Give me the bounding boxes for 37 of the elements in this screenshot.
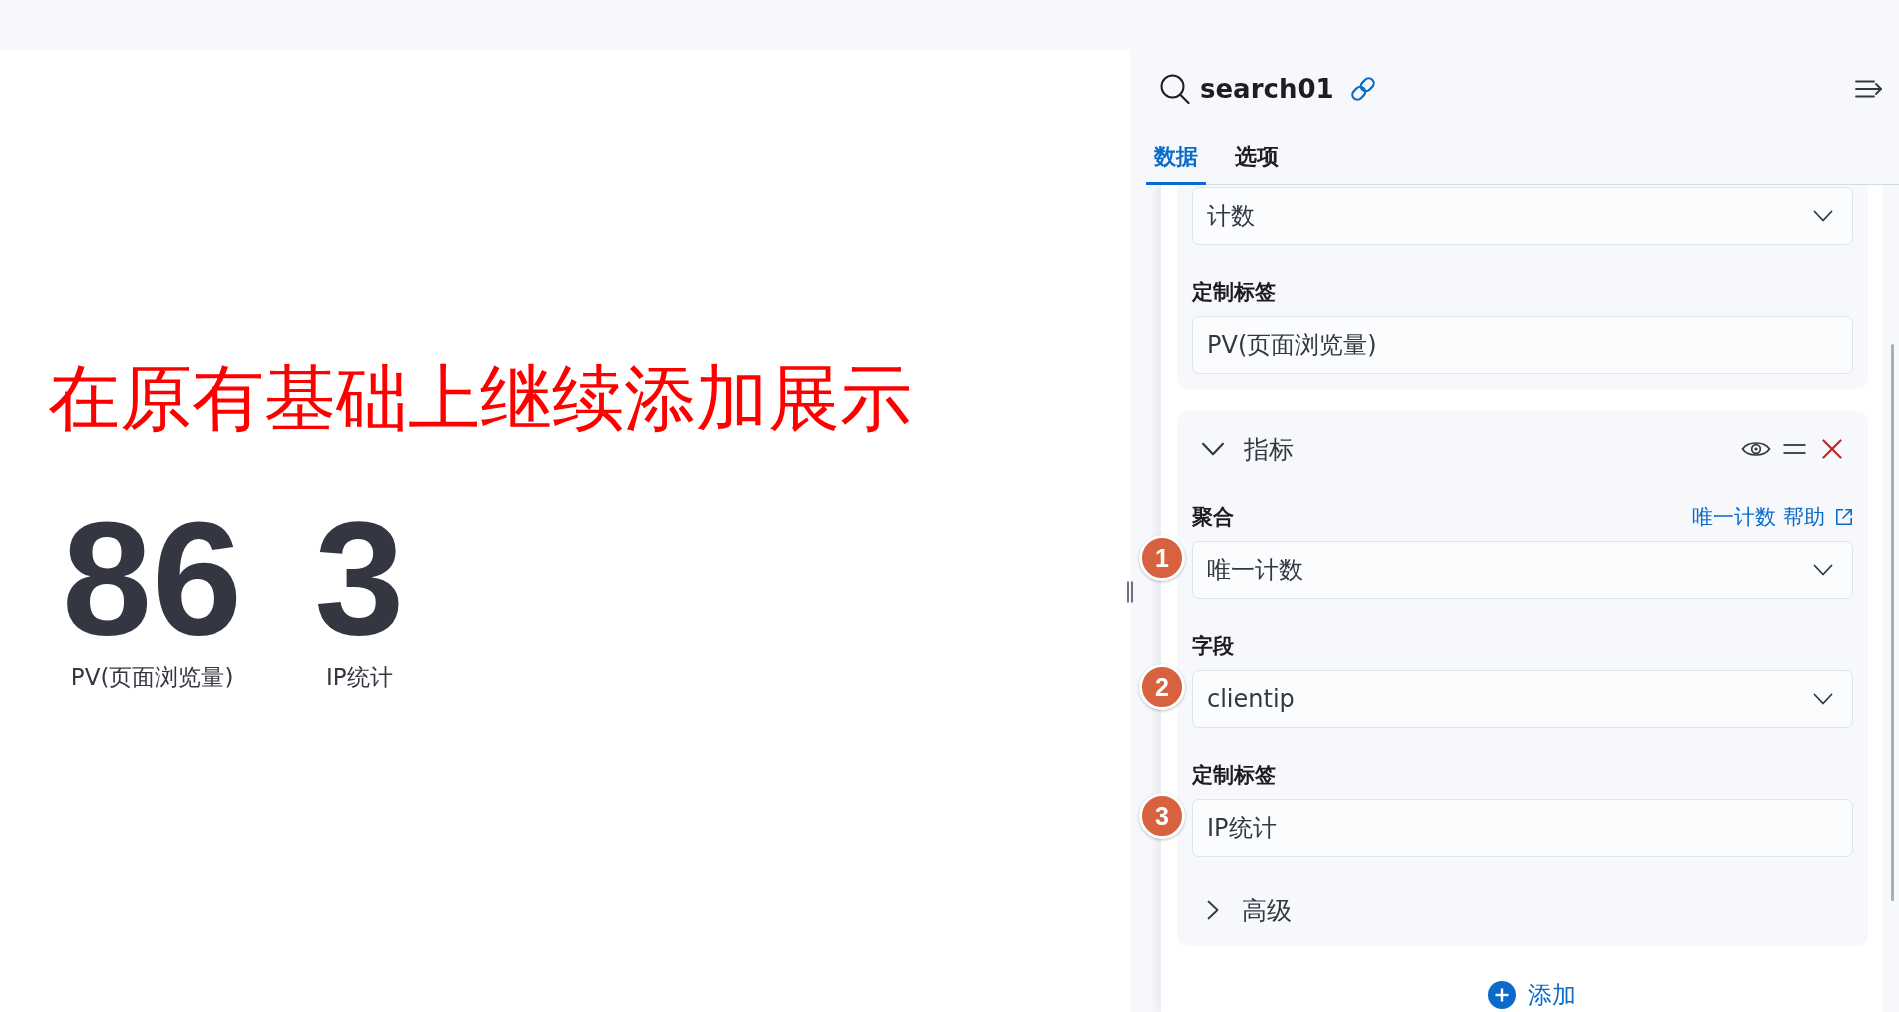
metric-value: 3 <box>314 497 405 659</box>
number-badge: 3 <box>1139 793 1185 839</box>
search-icon <box>1160 74 1190 104</box>
scrollbar-thumb[interactable] <box>1891 344 1894 901</box>
resize-handle-icon[interactable] <box>1127 581 1133 603</box>
number-badge: 2 <box>1139 664 1185 710</box>
select-field[interactable]: clientip <box>1192 670 1853 728</box>
metric-label: IP统计 <box>325 663 393 691</box>
advanced-toggle[interactable]: 高级 <box>1242 893 1292 927</box>
field-label: 定制标签 <box>1192 279 1276 306</box>
chevron-right-icon[interactable] <box>1207 900 1219 920</box>
chevron-down-icon[interactable] <box>1201 442 1225 456</box>
number-badge: 1 <box>1139 535 1185 581</box>
external-link-icon <box>1835 508 1853 526</box>
metric-label: PV(页面浏览量) <box>70 663 234 691</box>
panel-title: search01 <box>1200 74 1334 104</box>
text-field[interactable]: PV(页面浏览量) <box>1192 316 1853 374</box>
add-button[interactable]: 添加 <box>1487 981 1576 1009</box>
chevron-down-icon <box>1813 210 1833 222</box>
field-label: 字段 <box>1192 633 1234 660</box>
close-icon[interactable] <box>1822 439 1842 459</box>
metric-value: 86 <box>62 497 243 659</box>
annotation-text: 在原有基础上继续添加展示 <box>48 362 912 434</box>
equals-icon[interactable] <box>1783 444 1806 454</box>
tab[interactable]: 选项 <box>1227 130 1287 185</box>
chevron-down-icon <box>1813 564 1833 576</box>
select-field[interactable]: 计数 <box>1192 187 1853 245</box>
text-field[interactable]: IP统计 <box>1192 799 1853 857</box>
eye-icon[interactable] <box>1741 439 1771 459</box>
select-field[interactable]: 唯一计数 <box>1192 541 1853 599</box>
field-label: 聚合 <box>1192 504 1234 531</box>
section-title: 指标 <box>1244 433 1294 466</box>
chevron-down-icon <box>1813 693 1833 705</box>
help-link[interactable]: 唯一计数 帮助 <box>1692 503 1853 531</box>
list-arrow-icon[interactable] <box>1855 80 1883 98</box>
field-label: 定制标签 <box>1192 762 1276 789</box>
plus-circle-icon <box>1487 981 1516 1009</box>
